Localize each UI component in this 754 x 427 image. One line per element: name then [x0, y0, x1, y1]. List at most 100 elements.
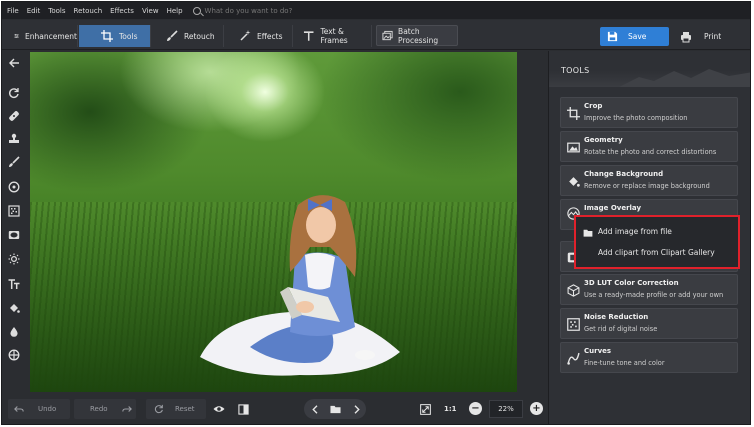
fit-screen-button[interactable]	[420, 399, 431, 419]
batch-processing-label: Batch Processing	[398, 26, 439, 45]
sun-icon[interactable]	[8, 253, 20, 265]
tool-crop-desc: Improve the photo composition	[584, 114, 688, 122]
panel-header: TOOLS	[549, 51, 750, 87]
undo-icon	[14, 406, 24, 412]
fit-screen-icon	[420, 403, 431, 415]
tab-tools-label: Tools	[119, 31, 138, 41]
tool-3d-lut-title: 3D LUT Color Correction	[584, 279, 679, 287]
tool-noise-reduction-title: Noise Reduction	[584, 313, 649, 321]
main-toolbar: Enhancement Tools Retouch Effects Text &…	[2, 20, 750, 50]
tool-curves[interactable]: Curves Fine-tune tone and color	[560, 342, 738, 373]
menu-help[interactable]: Help	[167, 7, 183, 15]
text-icon	[303, 31, 314, 41]
actual-size-button[interactable]: 1:1	[444, 399, 457, 419]
cube-icon	[567, 284, 580, 297]
crop-icon	[101, 30, 113, 42]
tool-noise-reduction[interactable]: Noise Reduction Get rid of digital noise	[560, 308, 738, 339]
tab-effects[interactable]: Effects	[225, 25, 293, 47]
preview-eye-button[interactable]	[213, 399, 225, 419]
redo-group: Redo	[90, 399, 132, 419]
paint-bucket-icon	[569, 177, 580, 187]
rotate-icon[interactable]	[8, 87, 20, 99]
target-icon[interactable]	[8, 181, 20, 193]
grain-icon[interactable]	[8, 205, 20, 217]
search-input[interactable]: What do you want to do?	[205, 7, 293, 15]
add-image-from-file-item[interactable]: Add image from file	[598, 227, 672, 236]
reset-group: Reset	[154, 399, 195, 419]
eye-icon	[213, 406, 225, 412]
crosshair-icon[interactable]	[8, 349, 20, 361]
tab-enhancement[interactable]: Enhancement	[6, 25, 78, 47]
open-folder-button[interactable]	[330, 399, 341, 419]
tool-crop[interactable]: Crop Improve the photo composition	[560, 97, 738, 128]
search-icon	[192, 6, 201, 15]
menu-file[interactable]: File	[7, 7, 19, 15]
batch-processing-button[interactable]: Batch Processing	[376, 25, 458, 46]
tool-change-background-title: Change Background	[584, 170, 664, 178]
compare-button[interactable]	[238, 399, 249, 419]
left-tool-rail	[2, 51, 26, 394]
folder-icon	[583, 229, 593, 237]
girl-with-book-image	[200, 195, 400, 376]
tool-curves-desc: Fine-tune tone and color	[584, 359, 665, 367]
next-photo-button[interactable]	[352, 399, 361, 419]
tool-crop-title: Crop	[584, 102, 603, 110]
menu-retouch[interactable]: Retouch	[74, 7, 103, 15]
tab-retouch-label: Retouch	[184, 31, 215, 41]
menu-tools[interactable]: Tools	[48, 7, 65, 15]
tab-text-frames[interactable]: Text & Frames	[294, 25, 372, 47]
sliders-icon	[14, 34, 19, 38]
redo-label: Redo	[90, 405, 108, 413]
zoom-out-button[interactable]: −	[469, 402, 482, 415]
menu-bar: File Edit Tools Retouch Effects View Hel…	[2, 2, 750, 19]
photo-canvas[interactable]	[30, 52, 517, 392]
tool-noise-reduction-desc: Get rid of digital noise	[584, 325, 658, 333]
tab-tools[interactable]: Tools	[79, 25, 151, 47]
zoom-value-field[interactable]: 22%	[489, 400, 523, 418]
print-button[interactable]: Print	[675, 27, 745, 46]
tool-image-overlay-title: Image Overlay	[584, 204, 642, 212]
chevron-left-icon	[312, 404, 318, 414]
text-tool-icon[interactable]	[8, 278, 20, 290]
menu-edit[interactable]: Edit	[27, 7, 41, 15]
tool-3d-lut-desc: Use a ready-made profile or add your own	[584, 291, 724, 299]
vignette-icon[interactable]	[8, 229, 20, 241]
floppy-icon	[607, 31, 618, 42]
curve-icon	[567, 352, 580, 365]
tool-3d-lut[interactable]: 3D LUT Color Correction Use a ready-made…	[560, 274, 738, 305]
plus-icon: +	[532, 403, 541, 414]
tab-retouch[interactable]: Retouch	[152, 25, 224, 47]
crop-icon	[567, 107, 580, 120]
stamp-icon[interactable]	[8, 133, 20, 145]
compare-icon	[238, 403, 249, 415]
zoom-in-button[interactable]: +	[530, 402, 543, 415]
panel-title: TOOLS	[561, 66, 590, 75]
tool-change-background-desc: Remove or replace image background	[584, 182, 710, 190]
menu-view[interactable]: View	[142, 7, 159, 15]
reset-label: Reset	[175, 405, 195, 413]
tool-geometry-desc: Rotate the photo and correct distortions	[584, 148, 717, 156]
menu-effects[interactable]: Effects	[110, 7, 134, 15]
tool-curves-title: Curves	[584, 347, 612, 355]
print-label: Print	[704, 32, 722, 41]
tool-geometry[interactable]: Geometry Rotate the photo and correct di…	[560, 131, 738, 162]
add-clipart-item[interactable]: Add clipart from Clipart Gallery	[598, 248, 715, 257]
tab-effects-label: Effects	[257, 31, 283, 41]
color-drop-icon[interactable]	[8, 326, 20, 338]
batch-icon	[382, 30, 393, 40]
tool-geometry-title: Geometry	[584, 136, 623, 144]
app-window: File Edit Tools Retouch Effects View Hel…	[1, 1, 751, 425]
retouch-brush-icon[interactable]	[8, 156, 20, 168]
brush-icon	[167, 30, 178, 41]
save-button[interactable]: Save	[600, 27, 669, 46]
magic-wand-icon	[240, 30, 251, 41]
fill-bucket-icon[interactable]	[8, 302, 20, 314]
redo-icon	[121, 406, 132, 412]
back-arrow-icon[interactable]	[8, 57, 20, 69]
prev-photo-button[interactable]	[311, 399, 320, 419]
save-label: Save	[628, 32, 647, 41]
bandage-icon[interactable]	[8, 110, 20, 122]
search-box[interactable]: What do you want to do?	[192, 6, 293, 15]
tool-change-background[interactable]: Change Background Remove or replace imag…	[560, 165, 738, 196]
noise-icon	[567, 318, 580, 331]
